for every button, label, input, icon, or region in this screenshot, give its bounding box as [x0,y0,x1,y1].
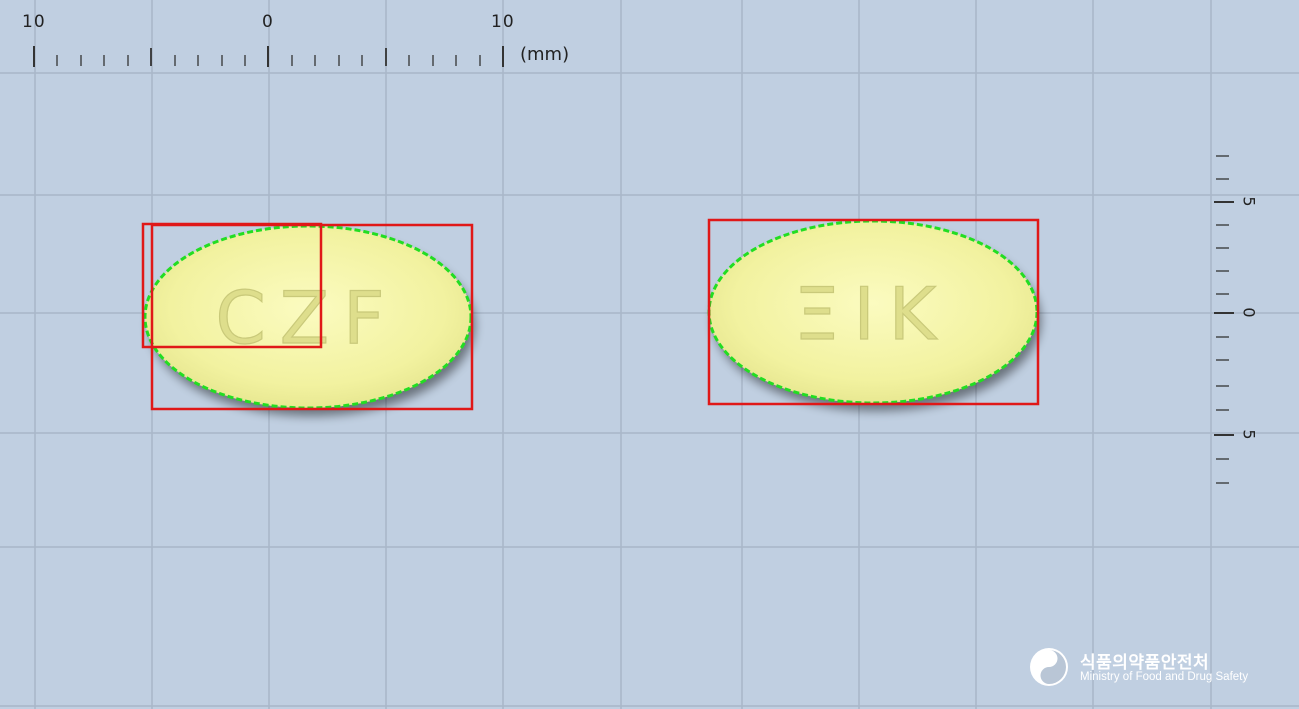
logo-english-name: Ministry of Food and Drug Safety [1080,671,1249,683]
ruler-unit-label: (mm) [520,44,570,65]
right-ruler-ticks [1214,155,1234,484]
right-ruler-label-top: 5 [1239,196,1259,207]
logo-korean-name: 식품의약품안전처 [1080,653,1210,673]
pill-left: CZF [143,224,473,410]
top-ruler-label-center: 0 [262,12,274,32]
top-ruler-ticks [33,46,504,67]
top-ruler-label-right: 10 [491,12,515,32]
pill-photo-canvas: CZF ΞIK [0,0,1299,709]
right-ruler-label-bottom: 5 [1239,429,1259,440]
mfds-emblem-icon [1030,648,1068,686]
top-ruler-label-left: 10 [22,12,46,32]
right-ruler-label-center: 0 [1239,307,1259,318]
pill-right-imprint: ΞIK [794,272,950,356]
mfds-logo: 식품의약품안전처 Ministry of Food and Drug Safet… [1028,646,1290,692]
pill-right: ΞIK [707,219,1039,405]
